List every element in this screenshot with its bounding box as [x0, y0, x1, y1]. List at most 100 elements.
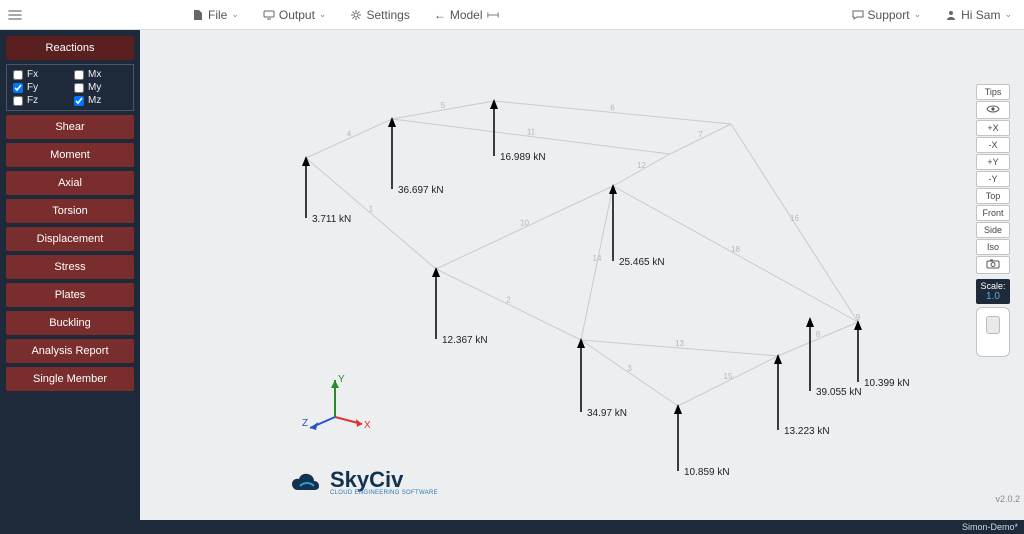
user-menu[interactable]: Hi Sam ⌄ — [933, 0, 1024, 30]
svg-text:25.465 kN: 25.465 kN — [619, 257, 665, 268]
shear-button[interactable]: Shear — [6, 115, 134, 139]
svg-text:14: 14 — [593, 254, 602, 263]
cloud-icon — [290, 472, 324, 494]
moment-button[interactable]: Moment — [6, 143, 134, 167]
view-plus-y[interactable]: +Y — [976, 154, 1010, 170]
monitor-icon — [263, 9, 275, 21]
file-menu[interactable]: File ⌄ — [180, 0, 251, 30]
file-icon — [192, 9, 204, 21]
axis-x-label: X — [364, 420, 370, 431]
reactions-button[interactable]: Reactions — [6, 36, 134, 60]
torsion-button[interactable]: Torsion — [6, 199, 134, 223]
plates-button[interactable]: Plates — [6, 283, 134, 307]
hamburger-icon[interactable] — [0, 0, 30, 30]
visibility-button[interactable] — [976, 101, 1010, 119]
view-side[interactable]: Side — [976, 222, 1010, 238]
support-menu[interactable]: Support ⌄ — [840, 0, 934, 30]
axis-y-label: Y — [338, 374, 345, 385]
tips-button[interactable]: Tips — [976, 84, 1010, 100]
svg-text:11: 11 — [527, 128, 536, 137]
single-member-button[interactable]: Single Member — [6, 367, 134, 391]
user-icon — [945, 9, 957, 21]
svg-text:12.367 kN: 12.367 kN — [442, 335, 488, 346]
camera-icon — [986, 259, 1000, 269]
skyciv-logo: SkyCiv CLOUD ENGINEERING SOFTWARE — [290, 470, 438, 496]
svg-text:39.055 kN: 39.055 kN — [816, 387, 862, 398]
analysis-report-button[interactable]: Analysis Report — [6, 339, 134, 363]
status-filename: Simon-Demo* — [962, 522, 1018, 532]
scale-label: Scale: — [976, 281, 1010, 291]
svg-text:2: 2 — [506, 296, 511, 305]
svg-text:1: 1 — [369, 205, 374, 214]
stress-button[interactable]: Stress — [6, 255, 134, 279]
svg-text:10.859 kN: 10.859 kN — [684, 467, 730, 478]
logo-text: SkyCiv — [330, 470, 438, 490]
slider-thumb[interactable] — [986, 316, 1000, 334]
version-label: v2.0.2 — [995, 494, 1020, 504]
svg-text:6: 6 — [610, 104, 615, 113]
eye-icon — [986, 104, 1000, 114]
view-minus-x[interactable]: -X — [976, 137, 1010, 153]
model-canvas[interactable]: 4561112711021431513188916 3.711 kN36.697… — [140, 30, 1024, 520]
status-bar: Simon-Demo* — [0, 520, 1024, 534]
output-label: Output — [279, 8, 315, 22]
file-label: File — [208, 8, 227, 22]
view-iso[interactable]: Iso — [976, 239, 1010, 255]
fx-checkbox[interactable]: Fx — [13, 69, 66, 80]
screenshot-button[interactable] — [976, 256, 1010, 274]
chevron-down-icon: ⌄ — [1004, 9, 1012, 20]
fy-checkbox[interactable]: Fy — [13, 82, 66, 93]
topbar: File ⌄ Output ⌄ Settings ← Model Support… — [0, 0, 1024, 30]
mz-checkbox[interactable]: Mz — [74, 95, 127, 106]
output-menu[interactable]: Output ⌄ — [251, 0, 339, 30]
scale-slider[interactable] — [976, 307, 1010, 357]
fz-checkbox[interactable]: Fz — [13, 95, 66, 106]
svg-text:16: 16 — [790, 214, 799, 223]
svg-text:3: 3 — [627, 364, 632, 373]
svg-text:36.697 kN: 36.697 kN — [398, 185, 444, 196]
view-front[interactable]: Front — [976, 205, 1010, 221]
settings-menu[interactable]: Settings — [338, 0, 421, 30]
chat-icon — [852, 9, 864, 21]
svg-text:13: 13 — [675, 339, 684, 348]
svg-text:10: 10 — [520, 219, 529, 228]
reactions-checkbox-panel: Fx Mx Fy My Fz Mz — [6, 64, 134, 111]
logo-subtitle: CLOUD ENGINEERING SOFTWARE — [330, 490, 438, 496]
mx-checkbox[interactable]: Mx — [74, 69, 127, 80]
gear-icon — [350, 9, 362, 21]
svg-text:12: 12 — [637, 161, 646, 170]
beam-icon — [487, 9, 499, 21]
chevron-down-icon: ⌄ — [319, 9, 327, 20]
view-plus-x[interactable]: +X — [976, 120, 1010, 136]
chevron-down-icon: ⌄ — [914, 9, 922, 20]
svg-text:34.97 kN: 34.97 kN — [587, 408, 627, 419]
svg-text:8: 8 — [816, 330, 821, 339]
sidebar: Reactions Fx Mx Fy My Fz Mz Shear Moment… — [0, 30, 140, 520]
displacement-button[interactable]: Displacement — [6, 227, 134, 251]
my-checkbox[interactable]: My — [74, 82, 127, 93]
svg-text:13.223 kN: 13.223 kN — [784, 426, 830, 437]
arrow-left-icon: ← — [434, 8, 446, 22]
svg-text:7: 7 — [698, 130, 703, 139]
buckling-button[interactable]: Buckling — [6, 311, 134, 335]
model-menu[interactable]: ← Model — [422, 0, 511, 30]
svg-text:4: 4 — [347, 130, 352, 139]
view-minus-y[interactable]: -Y — [976, 171, 1010, 187]
svg-text:9: 9 — [856, 313, 861, 322]
scale-value: 1.0 — [976, 291, 1010, 302]
axis-z-label: Z — [302, 418, 308, 429]
scale-indicator: Scale: 1.0 — [976, 279, 1010, 304]
axis-orientation-widget: X Y Z — [300, 372, 370, 442]
svg-text:16.989 kN: 16.989 kN — [500, 152, 546, 163]
user-greeting: Hi Sam — [961, 8, 1000, 22]
model-label: Model — [450, 8, 483, 22]
chevron-down-icon: ⌄ — [231, 9, 239, 20]
svg-text:10.399 kN: 10.399 kN — [864, 378, 910, 389]
axial-button[interactable]: Axial — [6, 171, 134, 195]
view-top[interactable]: Top — [976, 188, 1010, 204]
view-control-panel: Tips +X -X +Y -Y Top Front Side Iso Scal… — [976, 84, 1010, 357]
svg-text:18: 18 — [731, 245, 740, 254]
svg-text:5: 5 — [441, 101, 446, 110]
support-label: Support — [868, 8, 910, 22]
settings-label: Settings — [366, 8, 409, 22]
